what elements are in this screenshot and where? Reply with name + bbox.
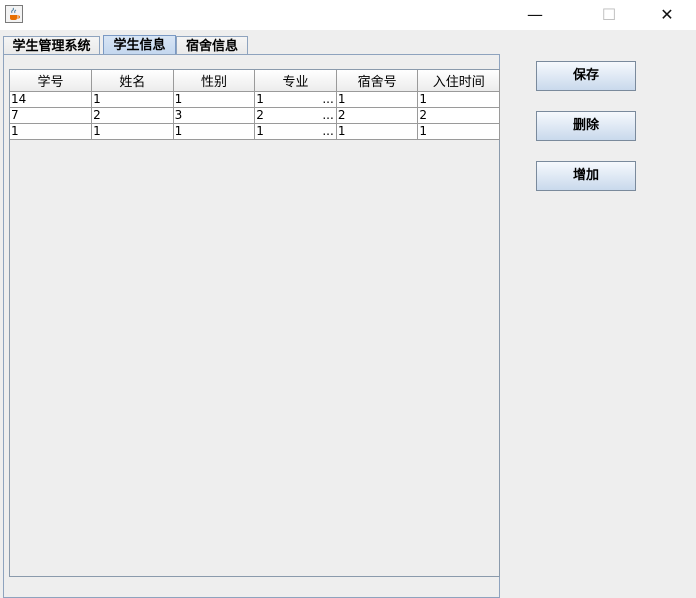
student-table: 学号 姓名 性别 专业 宿舍号 入住时间 14 1 1 1... 1 1 7 2… — [10, 70, 500, 140]
tab-student-info[interactable]: 学生信息 — [103, 35, 176, 56]
tab-dorm-info[interactable]: 宿舍信息 — [176, 36, 248, 56]
table-cell[interactable]: 1 — [91, 123, 174, 140]
table-cell[interactable]: 1 — [336, 91, 419, 108]
table-cell[interactable]: 1... — [254, 91, 337, 108]
truncation-ellipsis: ... — [322, 108, 334, 122]
table-cell[interactable]: 7 — [10, 107, 93, 124]
tab-content-panel: 学号 姓名 性别 专业 宿舍号 入住时间 14 1 1 1... 1 1 7 2… — [3, 54, 500, 598]
save-button[interactable]: 保存 — [536, 61, 636, 91]
tab-student-management[interactable]: 学生管理系统 — [3, 36, 100, 56]
table-cell[interactable]: 1 — [417, 123, 500, 140]
table-cell[interactable]: 1 — [173, 91, 256, 108]
table-cell[interactable]: 1 — [173, 123, 256, 140]
java-coffee-cup-icon[interactable] — [5, 5, 23, 23]
cell-text: 1 — [256, 124, 264, 138]
title-bar: — ☐ ✕ — [0, 0, 696, 30]
minimize-button[interactable]: — — [512, 0, 558, 30]
column-header-checkin-time[interactable]: 入住时间 — [417, 70, 500, 92]
table-scroll-pane[interactable]: 学号 姓名 性别 专业 宿舍号 入住时间 14 1 1 1... 1 1 7 2… — [9, 69, 500, 577]
close-button[interactable]: ✕ — [644, 0, 690, 30]
column-header-name[interactable]: 姓名 — [91, 70, 174, 92]
table-cell[interactable]: 2 — [91, 107, 174, 124]
table-cell[interactable]: 1 — [336, 123, 419, 140]
truncation-ellipsis: ... — [322, 92, 334, 106]
table-cell[interactable]: 1... — [254, 123, 337, 140]
cell-text: 1 — [256, 92, 264, 106]
table-cell[interactable]: 1 — [10, 123, 93, 140]
table-cell[interactable]: 14 — [10, 91, 93, 108]
column-header-student-id[interactable]: 学号 — [10, 70, 93, 92]
column-header-gender[interactable]: 性别 — [173, 70, 256, 92]
table-cell[interactable]: 1 — [417, 91, 500, 108]
add-button[interactable]: 增加 — [536, 161, 636, 191]
table-cell[interactable]: 2 — [417, 107, 500, 124]
column-header-major[interactable]: 专业 — [254, 70, 337, 92]
truncation-ellipsis: ... — [322, 124, 334, 138]
table-row[interactable]: 7 2 3 2... 2 2 — [10, 107, 500, 124]
table-cell[interactable]: 3 — [173, 107, 256, 124]
table-row[interactable]: 1 1 1 1... 1 1 — [10, 123, 500, 140]
table-cell[interactable]: 2... — [254, 107, 337, 124]
column-header-dorm-number[interactable]: 宿舍号 — [336, 70, 419, 92]
maximize-button[interactable]: ☐ — [586, 0, 632, 30]
table-cell[interactable]: 2 — [336, 107, 419, 124]
client-area: 学生管理系统 学生信息 宿舍信息 学号 姓名 性别 专业 宿舍号 入住时间 14… — [0, 30, 696, 598]
table-row[interactable]: 14 1 1 1... 1 1 — [10, 91, 500, 108]
cell-text: 2 — [256, 108, 264, 122]
table-cell[interactable]: 1 — [91, 91, 174, 108]
table-header-row: 学号 姓名 性别 专业 宿舍号 入住时间 — [10, 70, 500, 92]
delete-button[interactable]: 删除 — [536, 111, 636, 141]
